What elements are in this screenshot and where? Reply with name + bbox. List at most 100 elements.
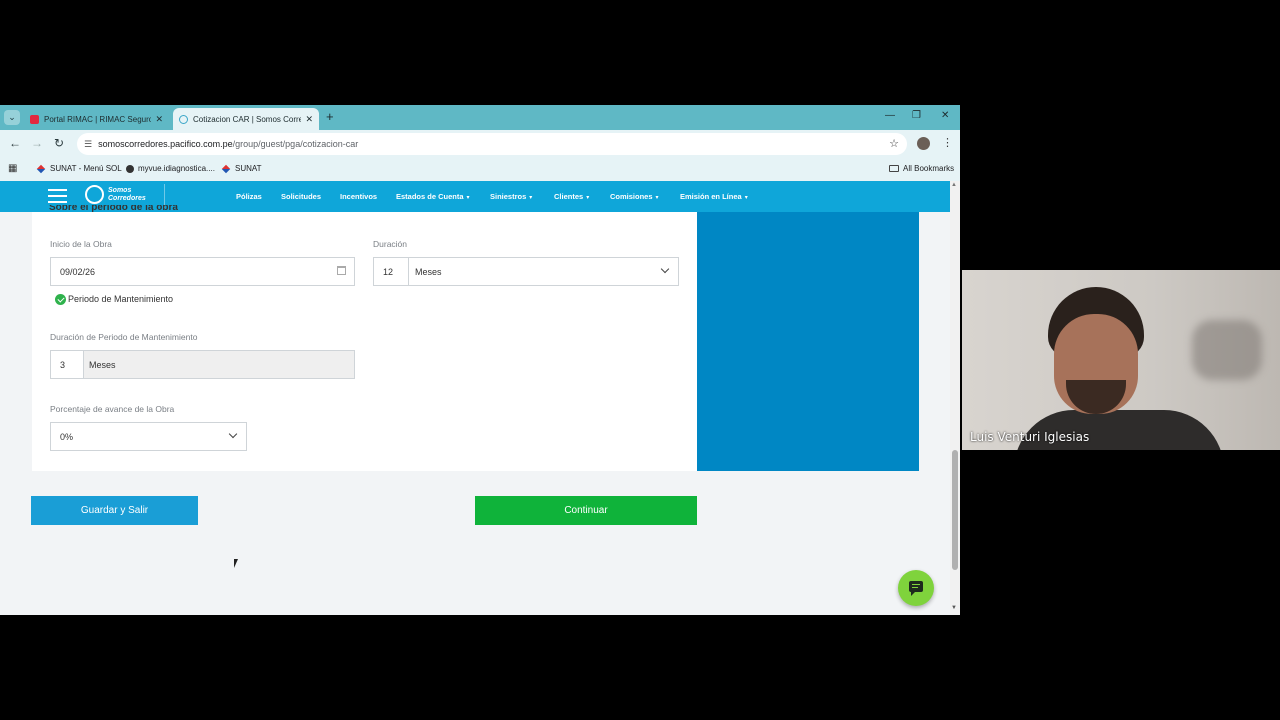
bookmark-label: All Bookmarks (903, 164, 955, 173)
nav-polizas[interactable]: Pólizas (236, 192, 262, 201)
close-icon[interactable]: ✕ (155, 114, 163, 125)
logo-line2: Corredores (108, 194, 146, 202)
bookmarks-bar: ▦ SUNAT - Menú SOL myvue.idiagnostica...… (0, 158, 960, 181)
restore-icon[interactable]: ❐ (912, 110, 921, 121)
nav-label: Estados de Cuenta (396, 192, 464, 201)
caret-down-icon: ▾ (744, 195, 748, 201)
side-panel (697, 212, 919, 471)
tab-title: Portal RIMAC | RIMAC Seguros (44, 114, 152, 124)
forward-icon[interactable]: → (31, 136, 43, 150)
screen: ⌄ Portal RIMAC | RIMAC Seguros ✕ Cotizac… (0, 0, 1280, 720)
bookmark-sunat-sol[interactable]: SUNAT - Menú SOL (36, 164, 122, 173)
duracion-label: Duración (373, 239, 408, 249)
reload-icon[interactable]: ↻ (54, 136, 64, 150)
tab-search-button[interactable]: ⌄ (4, 110, 20, 125)
url-host: somoscorredores.pacifico.com.pe (98, 139, 233, 149)
mantenimiento-label: Duración de Periodo de Mantenimiento (50, 332, 198, 342)
participant-name: Luis Venturi Iglesias (970, 430, 1090, 444)
bookmark-label: SUNAT (235, 164, 262, 173)
minimize-icon[interactable]: — (885, 110, 895, 121)
nav-label: Emisión en Línea (680, 192, 742, 201)
avance-select[interactable]: 0% (50, 422, 247, 451)
chat-icon (909, 581, 923, 596)
nav-label: Comisiones (610, 192, 653, 201)
nav-clientes[interactable]: Clientes ▾ (554, 192, 589, 201)
somos-favicon-icon (179, 114, 188, 124)
logo-line1: Somos (108, 186, 132, 194)
browser-window: ⌄ Portal RIMAC | RIMAC Seguros ✕ Cotizac… (0, 105, 960, 615)
inicio-label: Inicio de la Obra (50, 239, 112, 249)
caret-down-icon: ▾ (655, 195, 659, 201)
rimac-favicon-icon (30, 114, 39, 124)
address-bar[interactable]: ☰ somoscorredores.pacifico.com.pe/group/… (77, 133, 907, 155)
nav-label: Pólizas (236, 192, 262, 201)
logo-text: Somos Corredores (108, 187, 146, 203)
all-bookmarks[interactable]: All Bookmarks (889, 164, 954, 173)
logo-ring-icon (85, 185, 104, 204)
inicio-value: 09/02/26 (60, 266, 96, 277)
bookmark-myvue[interactable]: myvue.idiagnostica.... (126, 164, 215, 173)
duracion-field[interactable]: 12 Meses (373, 257, 679, 286)
avance-label: Porcentaje de avance de la Obra (50, 404, 175, 414)
tab-title: Cotizacion CAR | Somos Corred (193, 114, 302, 124)
hamburger-menu-icon[interactable] (48, 189, 67, 203)
nav-emision-en-linea[interactable]: Emisión en Línea ▾ (680, 192, 748, 201)
duracion-unit-select[interactable]: Meses (409, 267, 442, 277)
chat-button[interactable] (898, 570, 934, 606)
url-path: /group/guest/pga/cotizacion-car (232, 139, 359, 149)
avance-value: 0% (60, 431, 74, 442)
profile-avatar[interactable] (917, 137, 930, 150)
scroll-down-icon[interactable]: ▼ (951, 605, 957, 611)
bookmark-label: myvue.idiagnostica.... (138, 164, 215, 173)
site-info-icon[interactable]: ☰ (84, 139, 92, 150)
nav-incentivos[interactable]: Incentivos (340, 192, 377, 201)
scroll-up-icon[interactable]: ▲ (951, 182, 957, 188)
chevron-down-icon (228, 429, 238, 439)
nav-label: Incentivos (340, 192, 378, 201)
nav-comisiones[interactable]: Comisiones ▾ (610, 192, 659, 201)
webcam-video: Luis Venturi Iglesias (962, 270, 1280, 450)
video-background-object (1192, 320, 1262, 380)
nav-solicitudes[interactable]: Solicitudes (281, 192, 321, 201)
tab-rimac[interactable]: Portal RIMAC | RIMAC Seguros ✕ (24, 108, 169, 130)
tab-bar: ⌄ Portal RIMAC | RIMAC Seguros ✕ Cotizac… (0, 105, 960, 130)
chevron-down-icon[interactable] (660, 264, 670, 274)
more-menu-icon[interactable]: ⋮ (942, 136, 953, 149)
sunat-favicon-icon (36, 164, 46, 173)
tab-cotizacion[interactable]: Cotizacion CAR | Somos Corred ✕ (173, 108, 319, 130)
nav-estados-de-cuenta[interactable]: Estados de Cuenta ▾ (396, 192, 470, 201)
somos-corredores-logo[interactable]: Somos Corredores (85, 185, 146, 204)
scrollbar-thumb[interactable] (952, 450, 958, 570)
mantenimiento-number-input[interactable]: 3 (51, 351, 84, 378)
sunat-favicon-icon (221, 164, 231, 173)
caret-down-icon: ▾ (466, 195, 470, 201)
apps-grid-icon[interactable]: ▦ (8, 163, 17, 174)
continue-button[interactable]: Continuar (475, 496, 697, 525)
page-content: Somos Corredores Pólizas Solicitudes Inc… (0, 181, 960, 615)
save-and-exit-button[interactable]: Guardar y Salir (31, 496, 198, 525)
chat-line (912, 587, 918, 589)
folder-icon (889, 165, 899, 172)
browser-toolbar: ← → ↻ ☰ somoscorredores.pacifico.com.pe /… (0, 130, 960, 158)
close-window-icon[interactable]: ✕ (941, 110, 949, 121)
new-tab-button[interactable]: + (326, 110, 334, 124)
calendar-icon[interactable] (337, 266, 346, 275)
bookmark-star-icon[interactable]: ☆ (889, 137, 899, 150)
mantenimiento-field: 3 Meses (50, 350, 355, 379)
caret-down-icon: ▾ (529, 195, 533, 201)
mantenimiento-unit: Meses (89, 359, 116, 370)
bookmark-sunat[interactable]: SUNAT (221, 164, 262, 173)
inicio-date-input[interactable]: 09/02/26 (50, 257, 355, 286)
nav-label: Siniestros (490, 192, 527, 201)
section-heading: Sobre el periodo de la obra (49, 205, 178, 213)
close-icon[interactable]: ✕ (305, 114, 313, 125)
mouse-cursor (234, 559, 238, 568)
nav-label: Solicitudes (281, 192, 322, 201)
duracion-number-input[interactable]: 12 (374, 258, 409, 285)
bookmark-label: SUNAT - Menú SOL (50, 164, 122, 173)
mantenimiento-checkbox-label[interactable]: Periodo de Mantenimiento (68, 294, 173, 304)
nav-siniestros[interactable]: Siniestros ▾ (490, 192, 532, 201)
back-icon[interactable]: ← (9, 136, 21, 150)
check-circle-icon[interactable] (55, 294, 66, 305)
chat-line (912, 584, 920, 586)
